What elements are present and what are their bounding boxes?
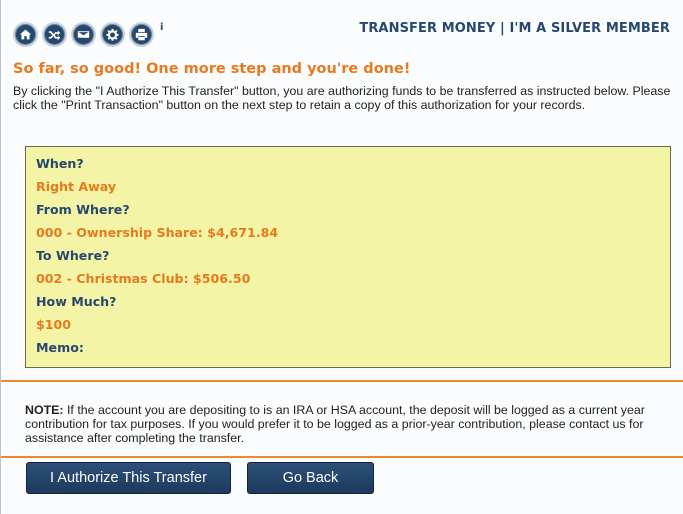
gear-icon[interactable] [100,21,125,47]
to-label: To Where? [36,248,110,263]
toolbar: i [13,16,163,52]
when-label: When? [36,156,84,171]
transfer-panel: i TRANSFER MONEY | I'M A SILVER MEMBER S… [0,0,683,514]
headline: So far, so good! One more step and you'r… [13,61,411,77]
amount-label: How Much? [36,294,117,309]
divider-bottom [1,456,683,458]
go-back-button[interactable]: Go Back [247,462,374,494]
mail-icon[interactable] [71,21,96,47]
print-icon[interactable] [129,21,154,47]
home-icon[interactable] [13,21,38,47]
from-label: From Where? [36,202,130,217]
note-text: NOTE: If the account you are depositing … [25,403,675,445]
memo-label-text: Memo: [36,340,84,355]
transfer-summary: When? Right Away From Where? 000 - Owner… [25,146,671,368]
page-title: TRANSFER MONEY | I'M A SILVER MEMBER [359,21,670,36]
info-icon[interactable]: i [160,22,163,33]
from-value: 000 - Ownership Share: $4,671.84 [36,225,279,240]
to-value: 002 - Christmas Club: $506.50 [36,271,251,286]
note-body: If the account you are depositing to is … [25,403,645,445]
memo-label: Memo: [36,336,670,359]
divider-top [1,380,683,382]
note-prefix: NOTE: [25,403,64,417]
intro-text: By clicking the "I Authorize This Transf… [13,84,671,112]
authorize-transfer-button[interactable]: I Authorize This Transfer [26,462,231,494]
amount-value: $100 [36,317,72,332]
shuffle-icon[interactable] [42,21,67,47]
when-value: Right Away [36,179,117,194]
